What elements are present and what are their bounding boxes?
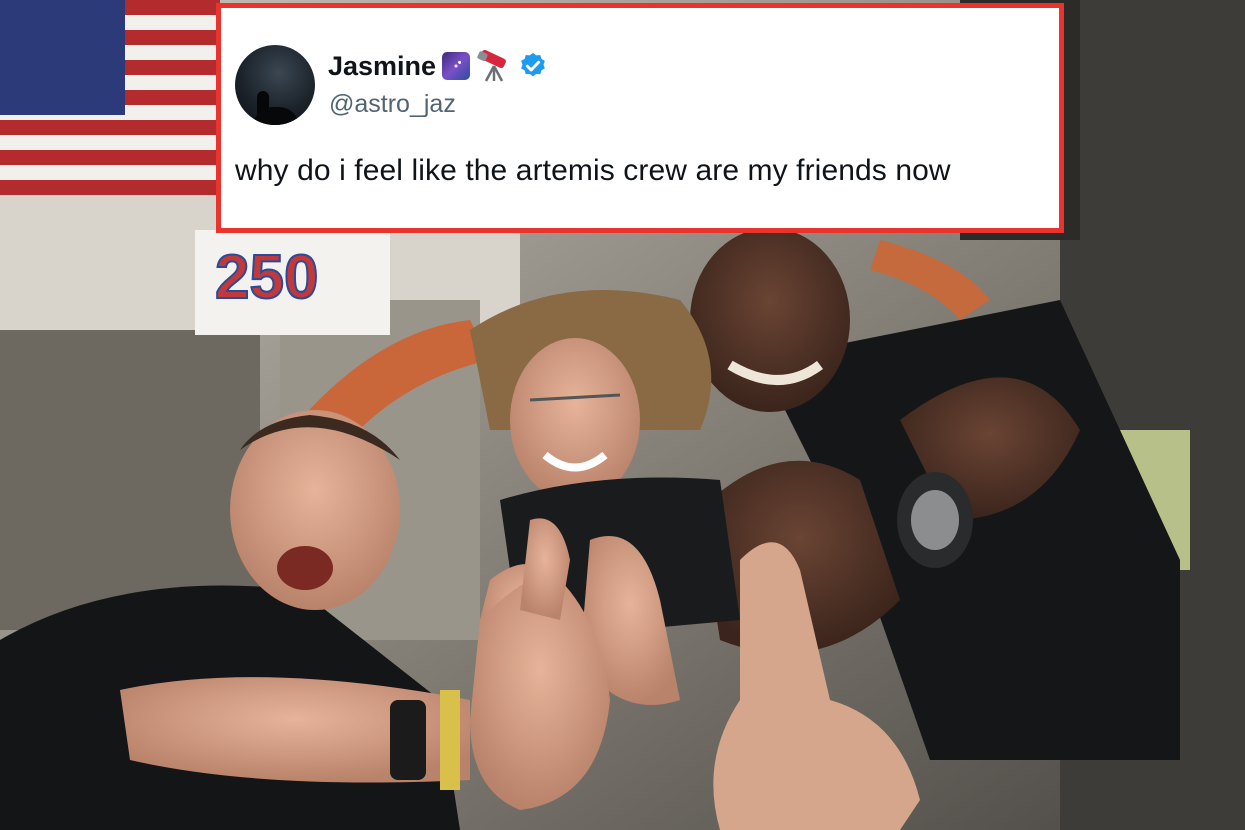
tweet-card: Jasmine @astro_jaz why do i feel like th… bbox=[216, 3, 1064, 233]
telescope-icon bbox=[477, 50, 506, 82]
tweet-text: why do i feel like the artemis crew are … bbox=[235, 154, 951, 187]
american-flag bbox=[0, 0, 220, 195]
verified-badge-icon bbox=[521, 52, 545, 77]
user-handle[interactable]: @astro_jaz bbox=[329, 90, 456, 119]
milky-way-icon bbox=[442, 52, 471, 80]
equipment-rack bbox=[0, 330, 260, 630]
anniversary-banner: 250 bbox=[195, 230, 390, 335]
tweet-header: Jasmine bbox=[328, 48, 548, 84]
banner-text: 250 bbox=[215, 243, 318, 312]
display-name[interactable]: Jasmine bbox=[328, 51, 436, 82]
avatar[interactable] bbox=[235, 45, 315, 125]
